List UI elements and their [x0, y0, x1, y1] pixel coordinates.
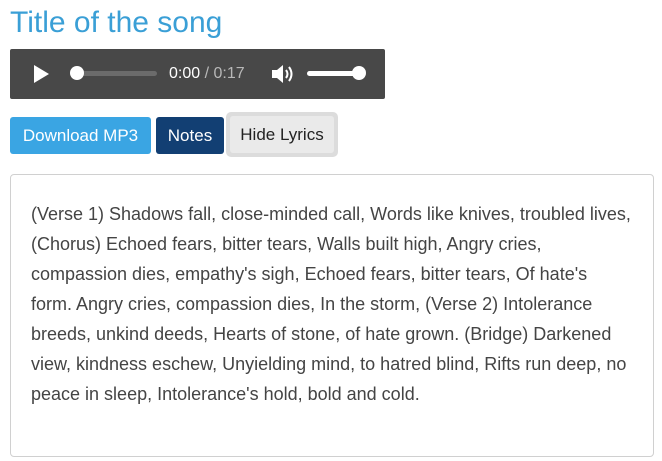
- download-mp3-button[interactable]: Download MP3: [10, 117, 151, 154]
- audio-player[interactable]: 0:00 / 0:17: [10, 49, 385, 99]
- play-icon[interactable]: [33, 65, 49, 83]
- notes-button[interactable]: Notes: [156, 117, 224, 154]
- lyrics-panel: (Verse 1) Shadows fall, close-minded cal…: [10, 174, 654, 457]
- seek-bar[interactable]: [76, 71, 157, 76]
- time-display: 0:00 / 0:17: [169, 64, 245, 84]
- song-title: Title of the song: [10, 6, 223, 39]
- time-separator: /: [204, 65, 210, 82]
- hide-lyrics-button[interactable]: Hide Lyrics: [230, 116, 334, 153]
- lyrics-text: (Verse 1) Shadows fall, close-minded cal…: [31, 204, 631, 404]
- duration: 0:17: [213, 65, 245, 82]
- volume-handle[interactable]: [352, 66, 366, 80]
- current-time: 0:00: [169, 65, 201, 82]
- volume-icon[interactable]: [272, 64, 294, 84]
- hide-lyrics-focus-ring: Hide Lyrics: [226, 112, 338, 157]
- seek-handle[interactable]: [70, 66, 84, 80]
